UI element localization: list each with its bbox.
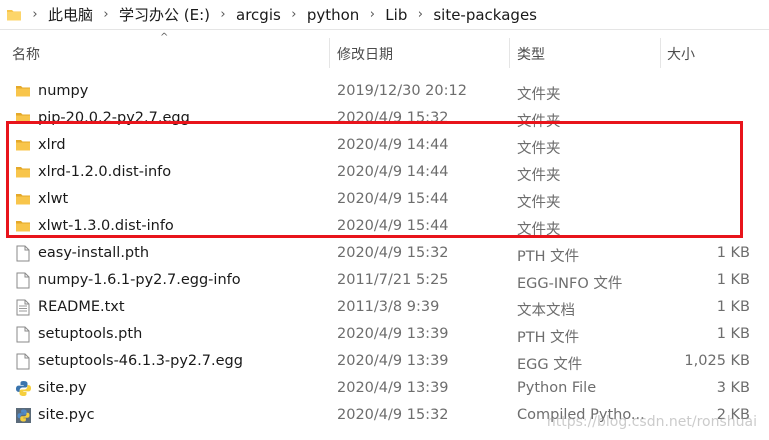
file-row[interactable]: site.py 2020/4/9 13:39 Python File 3 KB (0, 375, 769, 402)
file-name: numpy (38, 83, 89, 99)
file-icon (14, 244, 32, 262)
folder-icon (4, 5, 24, 25)
file-icon (14, 352, 32, 370)
folder-icon (14, 190, 32, 208)
column-divider[interactable] (660, 38, 661, 68)
file-type: PTH 文件 (517, 249, 580, 265)
file-row[interactable]: xlwt-1.3.0.dist-info 2020/4/9 15:44 文件夹 (0, 213, 769, 240)
column-header-date[interactable]: 修改日期 (337, 44, 393, 64)
file-list: numpy 2019/12/30 20:12 文件夹 pip-20.0.2-py… (0, 78, 769, 429)
file-size: 1 KB (716, 272, 750, 288)
folder-icon (14, 82, 32, 100)
file-date: 2020/4/9 13:39 (337, 326, 449, 342)
file-type: EGG-INFO 文件 (517, 276, 623, 292)
breadcrumb-arcgis[interactable]: arcgis (234, 6, 283, 24)
breadcrumb-this-pc[interactable]: 此电脑 (46, 4, 95, 25)
file-date: 2020/4/9 15:32 (337, 110, 449, 126)
file-type: 文件夹 (517, 222, 561, 238)
chevron-right-icon[interactable]: › (24, 7, 46, 22)
column-header: ^ 名称 修改日期 类型 大小 (0, 30, 769, 76)
file-type: 文件夹 (517, 195, 561, 211)
file-type: 文件夹 (517, 87, 561, 103)
file-size: 1 KB (716, 245, 750, 261)
file-type: PTH 文件 (517, 330, 580, 346)
file-name: setuptools.pth (38, 326, 143, 342)
file-name: xlwt (38, 191, 69, 207)
chevron-right-icon[interactable]: › (283, 7, 305, 22)
file-name: README.txt (38, 299, 125, 315)
file-row[interactable]: setuptools-46.1.3-py2.7.egg 2020/4/9 13:… (0, 348, 769, 375)
file-row[interactable]: pip-20.0.2-py2.7.egg 2020/4/9 15:32 文件夹 (0, 105, 769, 132)
chevron-right-icon[interactable]: › (361, 7, 383, 22)
file-icon (14, 325, 32, 343)
file-date: 2020/4/9 14:44 (337, 164, 449, 180)
address-bar[interactable]: › 此电脑 › 学习办公 (E:) › arcgis › python › Li… (0, 0, 769, 30)
folder-icon (14, 217, 32, 235)
file-row[interactable]: numpy 2019/12/30 20:12 文件夹 (0, 78, 769, 105)
file-row[interactable]: numpy-1.6.1-py2.7.egg-info 2011/7/21 5:2… (0, 267, 769, 294)
file-name: easy-install.pth (38, 245, 150, 261)
breadcrumb-drive-e[interactable]: 学习办公 (E:) (117, 4, 212, 25)
file-type: Python File (517, 380, 597, 396)
file-icon (14, 271, 32, 289)
file-date: 2020/4/9 15:32 (337, 407, 449, 423)
file-name: xlrd (38, 137, 66, 153)
file-name: numpy-1.6.1-py2.7.egg-info (38, 272, 241, 288)
file-date: 2011/3/8 9:39 (337, 299, 440, 315)
sort-ascending-icon: ^ (160, 32, 169, 43)
chevron-right-icon[interactable]: › (409, 7, 431, 22)
folder-icon (14, 136, 32, 154)
watermark: https://blog.csdn.net/ronshuai (546, 414, 757, 430)
file-row[interactable]: easy-install.pth 2020/4/9 15:32 PTH 文件 1… (0, 240, 769, 267)
file-type: 文件夹 (517, 114, 561, 130)
breadcrumb-lib[interactable]: Lib (383, 6, 409, 24)
file-date: 2019/12/30 20:12 (337, 83, 467, 99)
file-name: xlrd-1.2.0.dist-info (38, 164, 172, 180)
file-date: 2020/4/9 15:32 (337, 245, 449, 261)
file-size: 1,025 KB (684, 353, 750, 369)
column-header-name[interactable]: 名称 (12, 44, 40, 64)
file-date: 2020/4/9 13:39 (337, 353, 449, 369)
file-name: pip-20.0.2-py2.7.egg (38, 110, 190, 126)
column-divider[interactable] (329, 38, 330, 68)
python-file-icon (14, 379, 32, 397)
file-row[interactable]: setuptools.pth 2020/4/9 13:39 PTH 文件 1 K… (0, 321, 769, 348)
file-type: EGG 文件 (517, 357, 583, 373)
file-size: 3 KB (716, 380, 750, 396)
folder-icon (14, 163, 32, 181)
file-name: xlwt-1.3.0.dist-info (38, 218, 174, 234)
column-header-type[interactable]: 类型 (517, 44, 545, 64)
breadcrumb-python[interactable]: python (305, 6, 361, 24)
file-date: 2020/4/9 14:44 (337, 137, 449, 153)
breadcrumb-site-packages[interactable]: site-packages (431, 6, 539, 24)
column-divider[interactable] (509, 38, 510, 68)
file-name: site.py (38, 380, 87, 396)
file-name: setuptools-46.1.3-py2.7.egg (38, 353, 243, 369)
file-size: 1 KB (716, 299, 750, 315)
text-file-icon (14, 298, 32, 316)
file-date: 2020/4/9 15:44 (337, 218, 449, 234)
file-row[interactable]: README.txt 2011/3/8 9:39 文本文档 1 KB (0, 294, 769, 321)
column-header-size[interactable]: 大小 (667, 44, 695, 64)
folder-icon (14, 109, 32, 127)
file-row[interactable]: xlrd 2020/4/9 14:44 文件夹 (0, 132, 769, 159)
file-type: 文件夹 (517, 141, 561, 157)
file-date: 2011/7/21 5:25 (337, 272, 449, 288)
chevron-right-icon[interactable]: › (95, 7, 117, 22)
file-row[interactable]: xlrd-1.2.0.dist-info 2020/4/9 14:44 文件夹 (0, 159, 769, 186)
file-name: site.pyc (38, 407, 95, 423)
file-date: 2020/4/9 13:39 (337, 380, 449, 396)
file-type: 文件夹 (517, 168, 561, 184)
python-compiled-icon (14, 406, 32, 424)
file-date: 2020/4/9 15:44 (337, 191, 449, 207)
file-size: 1 KB (716, 326, 750, 342)
file-row[interactable]: xlwt 2020/4/9 15:44 文件夹 (0, 186, 769, 213)
file-type: 文本文档 (517, 303, 575, 319)
chevron-right-icon[interactable]: › (212, 7, 234, 22)
